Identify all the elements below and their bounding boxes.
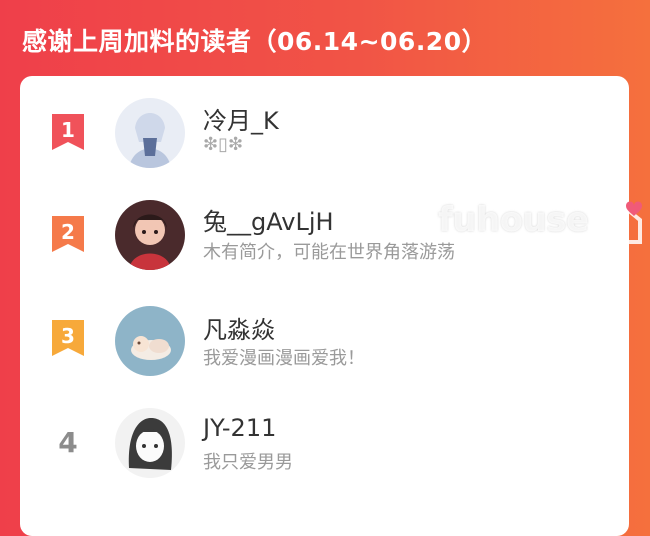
avatar[interactable]	[115, 98, 185, 168]
reader-name: 兔__gAvLjH	[203, 208, 334, 236]
watermark: fuhouse	[438, 200, 589, 240]
page-title: 感谢上周加料的读者（06.14~06.20）	[22, 27, 488, 56]
reader-bio: 我爱漫画漫画爱我！	[203, 348, 365, 369]
rank-1-badge: 1	[50, 112, 86, 152]
reader-bio: 木有简介，可能在世界角落游荡	[203, 242, 455, 263]
rank-2-badge: 2	[50, 214, 86, 254]
list-item-reader-1[interactable]: 1 冷月_K ❇▯❇	[20, 76, 629, 176]
list-item-reader-4[interactable]: 4 JY-211 我只爱男男	[20, 392, 629, 492]
rank-3-badge: 3	[50, 318, 86, 358]
avatar[interactable]	[115, 200, 185, 270]
avatar[interactable]	[115, 408, 185, 478]
avatar[interactable]	[115, 306, 185, 376]
rank-4-label: 4	[58, 426, 78, 459]
svg-text:1: 1	[61, 118, 75, 142]
reader-bio: ❇▯❇	[203, 134, 244, 155]
svg-text:3: 3	[61, 324, 75, 348]
reader-name: 冷月_K	[203, 107, 279, 135]
reader-name: JY-211	[203, 414, 277, 442]
heart-house-logo-icon	[590, 196, 648, 250]
svg-text:2: 2	[61, 220, 75, 244]
reader-ranking-list: 1 冷月_K ❇▯❇ 2 兔__gAvLjH 木有简介，可能在世界角落游荡 3 …	[20, 76, 629, 536]
reader-bio: 我只爱男男	[203, 452, 293, 473]
list-item-reader-3[interactable]: 3 凡淼焱 我爱漫画漫画爱我！	[20, 288, 629, 388]
reader-name: 凡淼焱	[203, 316, 275, 344]
